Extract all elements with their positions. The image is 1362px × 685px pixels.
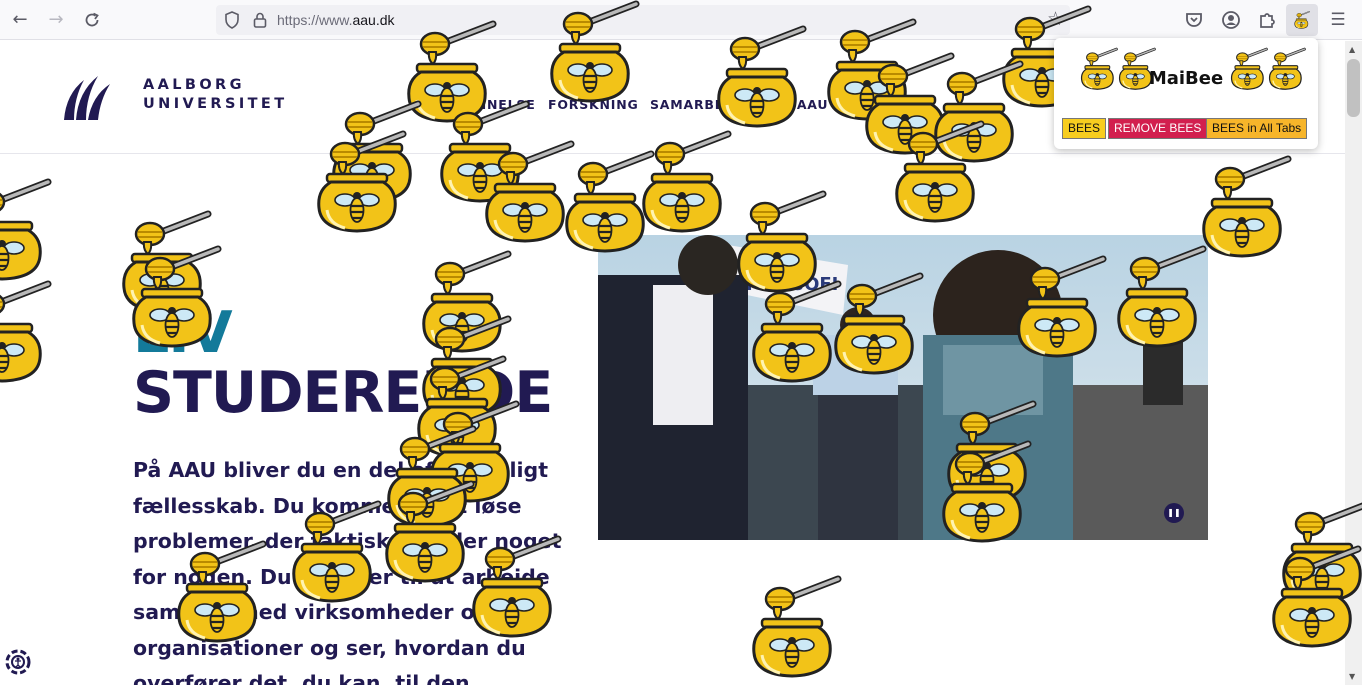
maibee-popup: MaiBee BEES REMOVE BEES BEES in All Tabs [1054, 38, 1318, 149]
url-text[interactable]: https://www.aau.dk [277, 12, 395, 28]
protest-sign-text: FILOSOFI [746, 274, 838, 295]
accessibility-icon[interactable] [4, 648, 32, 676]
scroll-up-arrow-icon[interactable]: ▲ [1349, 45, 1355, 54]
pause-button[interactable]: ❚❚ [1164, 503, 1184, 523]
tracking-protection-shield-icon[interactable] [224, 11, 240, 29]
page-scrollbar[interactable]: ▲ ▼ [1345, 41, 1362, 685]
nav-item-om-aau[interactable]: OM AAU [767, 97, 828, 112]
nav-item-forskning[interactable]: FORSKNING [548, 97, 639, 112]
popup-title: MaiBee [1148, 68, 1224, 89]
hero-paragraph: På AAU bliver du en del af et fagligt fæ… [133, 458, 562, 685]
account-icon[interactable] [1219, 8, 1243, 32]
back-icon[interactable]: ← [8, 8, 32, 32]
nav-item-nyheder[interactable]: NYHEDER [842, 97, 915, 112]
browser-toolbar: ← → https://www.aau.dk ☆ ☰ [0, 0, 1362, 40]
scrollbar-thumb[interactable] [1347, 59, 1360, 117]
scroll-down-arrow-icon[interactable]: ▼ [1349, 672, 1355, 681]
site-logo-text[interactable]: AALBORG UNIVERSITET [143, 76, 288, 114]
nav-item-uddannelse[interactable]: UDDANNELSE [432, 97, 536, 112]
hero-video[interactable]: FILOSOFI ❚❚ [598, 235, 1208, 540]
nav-item-samarbejde[interactable]: SAMARBEJDE [650, 97, 750, 112]
hero-title: LIV STUDERENDE [133, 300, 553, 426]
app-menu-icon[interactable]: ☰ [1326, 8, 1350, 32]
lock-icon[interactable] [252, 11, 268, 29]
star-icon[interactable]: ☆ [1047, 8, 1064, 30]
remove-bees-button[interactable]: REMOVE BEES [1108, 118, 1208, 139]
maibee-extension-button[interactable] [1286, 4, 1318, 36]
video-frame: FILOSOFI [598, 235, 1208, 540]
forward-icon[interactable]: → [44, 8, 68, 32]
bees-button[interactable]: BEES [1062, 118, 1107, 139]
address-bar[interactable]: https://www.aau.dk ☆ [216, 5, 1070, 35]
bees-all-tabs-button[interactable]: BEES in All Tabs [1206, 118, 1308, 139]
honey-jar-icon [1294, 11, 1310, 29]
extensions-puzzle-icon[interactable] [1255, 8, 1279, 32]
reload-icon[interactable] [80, 8, 104, 32]
aau-logo-icon[interactable] [62, 72, 114, 122]
browser-window: ← → https://www.aau.dk ☆ ☰ AALBORG UNIVE… [0, 0, 1362, 685]
pocket-icon[interactable] [1182, 8, 1206, 32]
